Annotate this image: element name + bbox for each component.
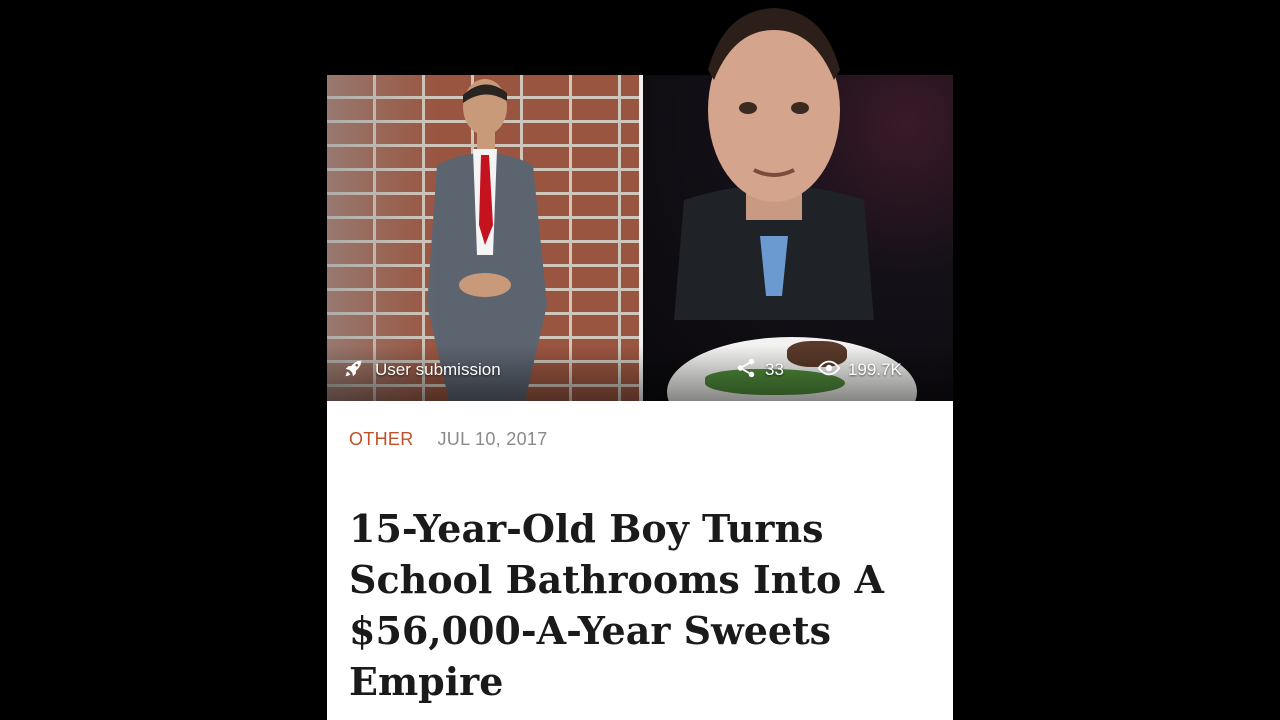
presenter-overlay xyxy=(674,8,874,320)
user-submission-badge: User submission xyxy=(343,358,501,382)
eye-icon xyxy=(817,357,841,384)
share-icon xyxy=(735,357,757,384)
user-submission-label: User submission xyxy=(375,360,501,379)
category-link[interactable]: OTHER xyxy=(349,429,414,450)
share-count-value: 33 xyxy=(765,360,784,379)
article-stats: 33 199.7K xyxy=(735,358,902,382)
share-count[interactable]: 33 xyxy=(735,357,784,384)
rocket-icon xyxy=(343,357,365,384)
article-meta: OTHER JUL 10, 2017 xyxy=(349,429,548,450)
article-headline[interactable]: 15-Year-Old Boy Turns School Bathrooms I… xyxy=(349,503,909,707)
view-count: 199.7K xyxy=(817,357,902,384)
view-count-value: 199.7K xyxy=(847,360,902,379)
publish-date: JUL 10, 2017 xyxy=(437,429,548,449)
